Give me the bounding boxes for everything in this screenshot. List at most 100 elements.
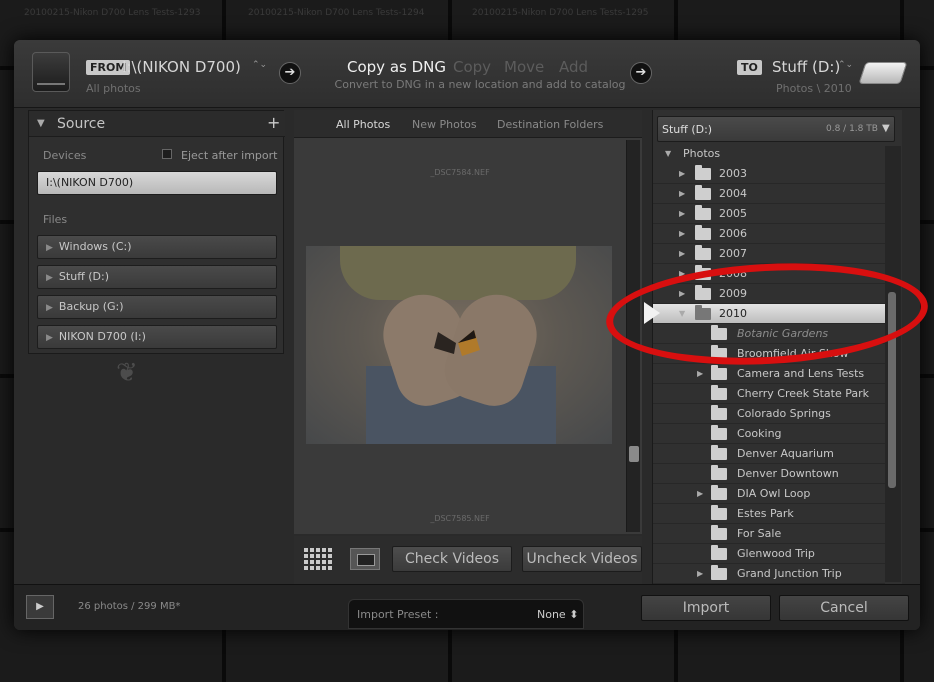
folder-label: 2005 [719,207,747,220]
drive-item[interactable]: ▶ Backup (G:) [37,295,277,319]
folder-2005[interactable]: ▶ 2005 [653,204,885,224]
butterfly-image [434,330,480,356]
folder-icon [711,565,727,580]
folder-2007[interactable]: ▶ 2007 [653,244,885,264]
source-title: Source [57,116,106,132]
subfolder-item[interactable]: Estes Park [653,504,885,524]
folder-root[interactable]: ▼ Photos [653,144,885,164]
expand-triangle-icon[interactable]: ▶ [679,249,685,258]
destination-selector[interactable]: Stuff (D:) [772,58,840,76]
source-header[interactable]: ▼ Source + [29,111,285,137]
subfolder-item[interactable]: ▶ Grand Junction Trip [653,564,885,584]
photo-summary: 26 photos / 299 MB* [78,601,181,612]
import-footer: ▶ 26 photos / 299 MB* Import Preset : No… [14,584,920,630]
expand-triangle-icon[interactable]: ▶ [46,243,53,253]
subfolder-item[interactable]: Denver Downtown [653,464,885,484]
loupe-view-icon[interactable] [350,548,380,570]
expand-triangle-icon[interactable]: ▶ [697,489,703,498]
collapse-triangle-icon[interactable]: ▼ [665,149,671,158]
folder-2003[interactable]: ▶ 2003 [653,164,885,184]
folder-scrollbar[interactable] [885,146,901,582]
import-preset-value[interactable]: None ⬍ [537,608,578,621]
scroll-thumb[interactable] [629,446,639,462]
drive-item[interactable]: ▶ Stuff (D:) [37,265,277,289]
file-name: _DSC7585.NEF [430,514,490,523]
subfolder-item[interactable]: Colorado Springs [653,404,885,424]
expand-triangle-icon[interactable]: ▶ [679,189,685,198]
bg-tile-label: 20100215-Nikon D700 Lens Tests-1293 [24,8,201,18]
grid-view-icon[interactable] [304,548,334,570]
expand-triangle-icon[interactable]: ▶ [679,169,685,178]
subfolder-item[interactable]: Denver Aquarium [653,444,885,464]
files-label: Files [43,213,68,226]
device-nikon[interactable]: I:\(NIKON D700) [37,171,277,195]
source-selector[interactable]: I:\(NIKON D700) [122,58,241,76]
card-drive-icon [32,52,70,92]
tab-destination-folders[interactable]: Destination Folders [497,118,603,131]
subfolder-item[interactable]: Glenwood Trip [653,544,885,564]
dest-drive-row[interactable]: Stuff (D:) 0.8 / 1.8 TB ▼ [657,116,895,142]
folder-icon [711,405,727,420]
folder-label: Camera and Lens Tests [737,367,865,380]
folder-label: Glenwood Trip [737,547,815,560]
expand-triangle-icon[interactable]: ▶ [679,209,685,218]
folder-icon [711,385,727,400]
dest-chevron-icon[interactable]: ⌃⌄ [838,60,853,70]
drive-item[interactable]: ▶ NIKON D700 (I:) [37,325,277,349]
dest-subtitle: Photos \ 2010 [776,82,852,95]
folder-icon [711,525,727,540]
mode-move[interactable]: Move [504,58,544,76]
folder-2004[interactable]: ▶ 2004 [653,184,885,204]
folder-label: 2007 [719,247,747,260]
subfolder-item[interactable]: For Sale [653,524,885,544]
folder-icon [695,205,711,220]
check-videos-button[interactable]: Check Videos [392,546,512,572]
folder-icon [711,545,727,560]
expand-triangle-icon[interactable]: ▶ [46,273,53,283]
mode-description: Convert to DNG in a new location and add… [334,78,626,91]
folder-2006[interactable]: ▶ 2006 [653,224,885,244]
folder-label: Denver Downtown [737,467,839,480]
dest-drive-name: Stuff (D:) [662,123,713,136]
source-panel: ▼ Source + Devices Eject after import I:… [28,110,285,354]
arrow-right-icon: ➔ [630,62,652,84]
uncheck-videos-button[interactable]: Uncheck Videos [522,546,642,572]
folder-label: Photos [683,147,721,160]
photo-grid: All Photos New Photos Destination Folder… [294,110,642,534]
file-name: _DSC7584.NEF [430,168,490,177]
folder-icon [711,425,727,440]
folder-icon [711,445,727,460]
tab-all-photos[interactable]: All Photos [336,118,390,131]
expand-triangle-icon[interactable]: ▶ [697,569,703,578]
expand-triangle-icon[interactable]: ▶ [697,369,703,378]
expand-triangle-icon[interactable]: ▶ [46,333,53,343]
expand-dialog-icon[interactable]: ▶ [26,595,54,619]
subfolder-item[interactable]: ▶ Camera and Lens Tests [653,364,885,384]
source-chevron-icon[interactable]: ⌃⌄ [252,60,267,70]
import-preset[interactable]: Import Preset : None ⬍ [348,599,584,629]
cancel-button[interactable]: Cancel [779,595,909,621]
tab-new-photos[interactable]: New Photos [412,118,477,131]
drive-item[interactable]: ▶ Windows (C:) [37,235,277,259]
expand-triangle-icon[interactable]: ▶ [679,229,685,238]
add-source-icon[interactable]: + [267,113,280,132]
collapse-triangle-icon[interactable]: ▼ [37,118,45,129]
folder-icon [711,485,727,500]
subfolder-item[interactable]: ▶ DIA Owl Loop [653,484,885,504]
photo-shirt [340,246,576,300]
mode-copy-as-dng[interactable]: Copy as DNG [347,58,446,76]
photo-thumbnail[interactable] [306,246,612,444]
source-subtitle: All photos [86,82,141,95]
expand-triangle-icon[interactable]: ▶ [46,303,53,313]
subfolder-item[interactable]: Cherry Creek State Park [653,384,885,404]
mode-copy[interactable]: Copy [453,58,491,76]
bg-tile-label: 20100215-Nikon D700 Lens Tests-1294 [248,8,425,18]
subfolder-item[interactable]: Cooking [653,424,885,444]
import-button[interactable]: Import [641,595,771,621]
arrow-right-icon: ➔ [279,62,301,84]
mode-add[interactable]: Add [559,58,588,76]
folder-label: For Sale [737,527,782,540]
folder-icon [695,185,711,200]
collapse-triangle-icon[interactable]: ▼ [882,123,890,134]
eject-checkbox[interactable] [162,149,172,159]
